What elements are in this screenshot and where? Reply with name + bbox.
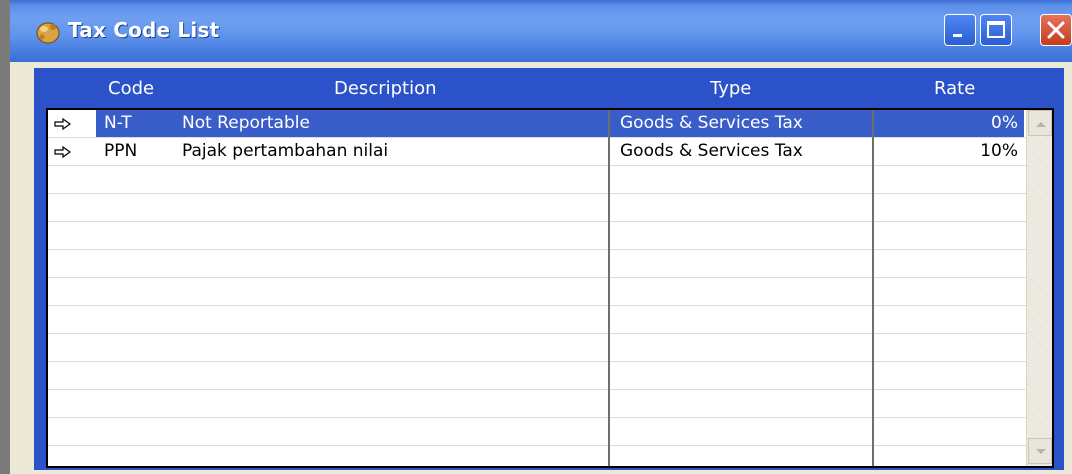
maximize-button[interactable]	[980, 14, 1012, 46]
empty-row	[48, 306, 1026, 334]
empty-row	[48, 278, 1026, 306]
column-header-code[interactable]: Code	[108, 78, 154, 99]
row-rate: 0%	[991, 113, 1018, 133]
tax-icon	[34, 19, 62, 45]
vertical-scrollbar[interactable]	[1026, 110, 1052, 466]
scroll-up-button[interactable]	[1028, 110, 1052, 136]
row-type: Goods & Services Tax	[620, 113, 803, 133]
empty-row	[48, 362, 1026, 390]
close-button[interactable]	[1040, 14, 1072, 46]
row-rate: 10%	[980, 141, 1018, 161]
tax-code-list: Code Description Type Rate N-T Not Repor…	[34, 68, 1064, 470]
window-title: Tax Code List	[68, 18, 220, 42]
row-description: Pajak pertambahan nilai	[182, 141, 389, 161]
table-row[interactable]: N-T Not Reportable Goods & Services Tax …	[48, 110, 1026, 138]
row-type: Goods & Services Tax	[620, 141, 803, 161]
minimize-button[interactable]	[944, 14, 976, 46]
maximize-icon	[987, 21, 1005, 38]
column-header-rate[interactable]: Rate	[934, 78, 975, 99]
row-description: Not Reportable	[182, 113, 310, 133]
row-pointer-icon	[48, 110, 78, 137]
list-body: N-T Not Reportable Goods & Services Tax …	[46, 108, 1054, 468]
empty-row	[48, 194, 1026, 222]
empty-row	[48, 222, 1026, 250]
window-body: Code Description Type Rate N-T Not Repor…	[10, 62, 1072, 474]
empty-row	[48, 166, 1026, 194]
minimize-icon	[953, 34, 962, 37]
empty-row	[48, 418, 1026, 446]
empty-row	[48, 390, 1026, 418]
row-code: PPN	[104, 141, 138, 161]
table-row[interactable]: PPN Pajak pertambahan nilai Goods & Serv…	[48, 138, 1026, 166]
empty-row	[48, 334, 1026, 362]
row-pointer-icon	[48, 138, 78, 165]
title-bar[interactable]: Tax Code List	[10, 0, 1072, 62]
tax-code-list-window: Tax Code List Code Description Type Rate	[0, 0, 1072, 474]
scroll-up-icon	[1036, 122, 1046, 127]
scroll-down-icon	[1036, 449, 1046, 454]
empty-row	[48, 250, 1026, 278]
column-header-description[interactable]: Description	[334, 78, 437, 99]
window-left-edge	[0, 0, 10, 474]
close-icon	[1047, 21, 1065, 39]
column-divider	[872, 110, 874, 466]
scroll-down-button[interactable]	[1028, 438, 1052, 464]
column-header-type[interactable]: Type	[710, 78, 751, 99]
column-divider	[608, 110, 610, 466]
row-code: N-T	[104, 113, 132, 133]
